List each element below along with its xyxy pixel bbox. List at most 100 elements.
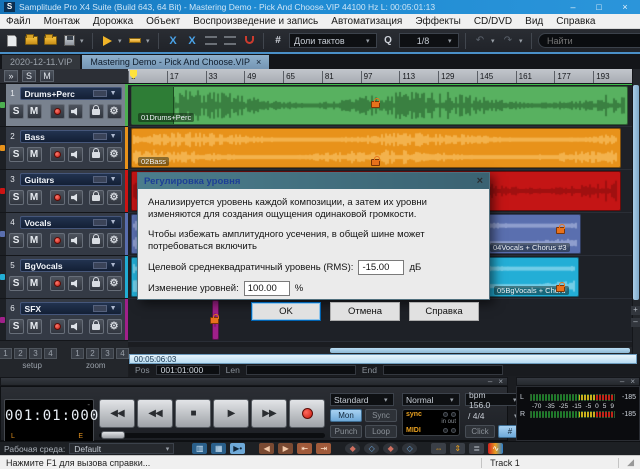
- ok-button[interactable]: OK: [251, 302, 321, 321]
- len-value[interactable]: [246, 365, 356, 375]
- mouse-mode-dropdown-icon[interactable]: ▾: [118, 37, 124, 45]
- setup-preset-2-button[interactable]: 2: [14, 348, 27, 359]
- track-header-drums+perc[interactable]: 1 Drums+Perc▼ S M ⚙: [0, 84, 128, 127]
- punch-button[interactable]: Punch: [330, 425, 362, 438]
- solo-button[interactable]: S: [9, 104, 24, 119]
- undo-dropdown-icon[interactable]: ▾: [491, 37, 497, 45]
- open-project-icon[interactable]: [42, 34, 58, 48]
- dialog-close-icon[interactable]: ×: [477, 175, 483, 187]
- redo-dropdown-icon[interactable]: ▾: [519, 37, 525, 45]
- menu-automation[interactable]: Автоматизация: [331, 16, 402, 27]
- mute-button[interactable]: M: [27, 104, 42, 119]
- track-fx-button[interactable]: ⚙: [107, 147, 122, 162]
- sync-button[interactable]: Sync: [365, 409, 397, 422]
- track-name-bar[interactable]: Guitars▼: [20, 173, 122, 186]
- monitor-button[interactable]: [68, 276, 83, 291]
- fade-in-icon[interactable]: [203, 34, 219, 48]
- setup-preset-3-button[interactable]: 3: [29, 348, 42, 359]
- tab-close-icon[interactable]: ×: [256, 57, 261, 67]
- lock-button[interactable]: [89, 104, 104, 119]
- time-display[interactable]: - 001:01:000 L E: [4, 399, 94, 443]
- vertical-scrollbar-thumb[interactable]: [633, 85, 639, 300]
- lock-button[interactable]: [89, 190, 104, 205]
- draw-mode-icon[interactable]: [127, 34, 143, 48]
- transport-console-icon[interactable]: ▶•: [230, 443, 245, 454]
- zoom-out-button[interactable]: –: [631, 318, 640, 327]
- lock-button[interactable]: [89, 276, 104, 291]
- zoom-preset-1-button[interactable]: 1: [71, 348, 84, 359]
- global-mute-button[interactable]: M: [40, 70, 54, 82]
- play-button[interactable]: ▶: [213, 399, 249, 428]
- jump-marker-right-icon[interactable]: ◆: [383, 443, 398, 454]
- snap-unit-combo[interactable]: Доли тактов ▾: [289, 33, 377, 48]
- level-change-input[interactable]: [244, 281, 290, 296]
- bpm-dropdown[interactable]: bpm 156.0 ▾: [465, 393, 523, 406]
- menu-edit[interactable]: Монтаж: [44, 16, 80, 27]
- play-mode-dropdown[interactable]: Normal ▾: [402, 393, 460, 406]
- mute-button[interactable]: M: [27, 147, 42, 162]
- crossfade-editor-icon[interactable]: X: [165, 34, 181, 48]
- track-name-bar[interactable]: Vocals▼: [20, 216, 122, 229]
- track-header-sfx[interactable]: 6 SFX▼ S M ⚙: [0, 299, 128, 342]
- solo-button[interactable]: S: [9, 147, 24, 162]
- zoom-preset-3-button[interactable]: 3: [101, 348, 114, 359]
- menu-cddvd[interactable]: CD/DVD: [474, 16, 512, 27]
- lock-button[interactable]: [89, 147, 104, 162]
- menu-playback-record[interactable]: Воспроизведение и запись: [193, 16, 318, 27]
- search-input[interactable]: [538, 33, 640, 48]
- new-project-icon[interactable]: [4, 34, 20, 48]
- time-signature-dropdown[interactable]: / 4/4 ▾: [465, 409, 523, 422]
- record-arm-button[interactable]: [50, 233, 65, 248]
- pos-value[interactable]: 001:01:000: [156, 365, 220, 375]
- cancel-button[interactable]: Отмена: [330, 302, 400, 321]
- panel-minimize-icon[interactable]: –: [488, 377, 492, 386]
- dialog-title-bar[interactable]: Регулировка уровня ×: [138, 173, 489, 189]
- rewind-button[interactable]: ◀◀: [137, 399, 173, 428]
- zoom-in-button[interactable]: +: [631, 306, 640, 315]
- track-header-bass[interactable]: 2 Bass▼ S M ⚙: [0, 127, 128, 170]
- open-folder-icon[interactable]: [23, 34, 39, 48]
- fade-out-icon[interactable]: [222, 34, 238, 48]
- menu-track[interactable]: Дорожка: [93, 16, 133, 27]
- position-slider[interactable]: [99, 433, 325, 438]
- mouse-mode-icon[interactable]: [99, 34, 115, 48]
- waveform-color-icon[interactable]: ∿: [488, 443, 503, 454]
- monitor-button[interactable]: [68, 104, 83, 119]
- save-icon[interactable]: [61, 34, 77, 48]
- monitor-button[interactable]: Mon: [330, 409, 362, 422]
- close-button[interactable]: ×: [614, 2, 636, 12]
- solo-button[interactable]: S: [9, 190, 24, 205]
- track-fx-button[interactable]: ⚙: [107, 319, 122, 334]
- zoom-vertical-icon[interactable]: ⇕: [450, 443, 465, 454]
- stop-button[interactable]: ■: [175, 399, 211, 428]
- maximize-button[interactable]: □: [588, 2, 610, 12]
- mute-button[interactable]: M: [27, 190, 42, 205]
- workspace-dropdown[interactable]: Default ▾: [69, 443, 174, 454]
- global-solo-button[interactable]: S: [22, 70, 36, 82]
- preset-dropdown[interactable]: Standard ▾: [330, 393, 394, 406]
- help-button[interactable]: Справка: [409, 302, 479, 321]
- range-forward-icon[interactable]: ⇥: [316, 443, 331, 454]
- track-header-vocals[interactable]: 4 Vocals▼ S M ⚙: [0, 213, 128, 256]
- lock-button[interactable]: [89, 233, 104, 248]
- monitor-button[interactable]: [68, 233, 83, 248]
- monitor-button[interactable]: [68, 147, 83, 162]
- monitor-button[interactable]: [68, 190, 83, 205]
- menu-help[interactable]: Справка: [556, 16, 595, 27]
- meter-bridge-icon[interactable]: ▦: [211, 443, 226, 454]
- tab-project-1[interactable]: 2020-12-11.VIP: [2, 55, 80, 69]
- grid-view-icon[interactable]: ≣: [469, 443, 484, 454]
- zoom-horizontal-icon[interactable]: ⇔: [431, 443, 446, 454]
- track-header-bgvocals[interactable]: 5 BgVocals▼ S M ⚙: [0, 256, 128, 299]
- range-back-icon[interactable]: ⇤: [297, 443, 312, 454]
- end-value[interactable]: [383, 365, 503, 375]
- grid-icon[interactable]: #: [270, 34, 286, 48]
- jump-marker-up-icon[interactable]: ◇: [364, 443, 379, 454]
- record-arm-button[interactable]: [50, 104, 65, 119]
- bar-ruler[interactable]: 1 17 33 49 65 81 97 113 129 145 161 177 …: [128, 69, 632, 84]
- minimize-button[interactable]: –: [562, 2, 584, 12]
- panel-minimize-icon[interactable]: –: [620, 377, 624, 386]
- menu-file[interactable]: Файл: [6, 16, 31, 27]
- menu-effects[interactable]: Эффекты: [415, 16, 460, 27]
- lock-button[interactable]: [89, 319, 104, 334]
